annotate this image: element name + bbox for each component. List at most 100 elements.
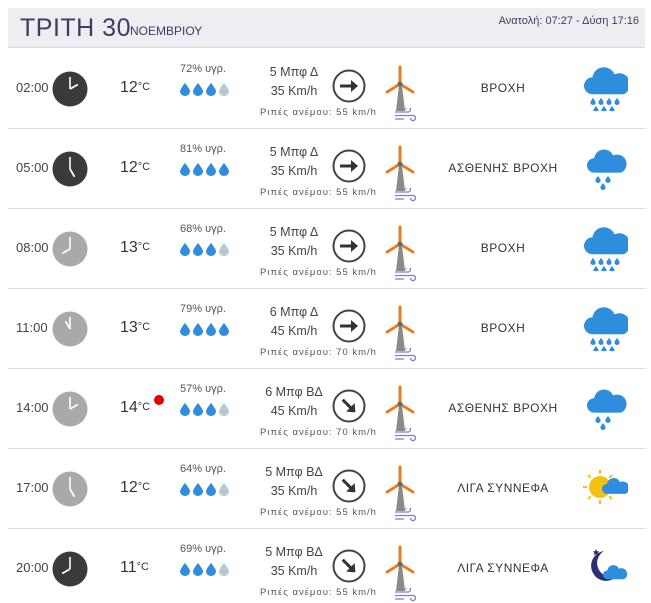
sunrise-sunset: Ανατολή: 07:27 - Δύση 17:16 <box>498 15 639 27</box>
wind-speed: 45 Km/h <box>270 324 318 338</box>
wind-gust-icon <box>394 506 417 522</box>
humidity-drop-icon <box>219 563 229 576</box>
wind-force: 5 Μπφ Δ <box>269 65 319 79</box>
humidity: 81% υγρ. <box>180 143 226 155</box>
windmill-icon <box>382 65 418 111</box>
humidity: 57% υγρ. <box>180 383 226 395</box>
forecast-time: 05:00 <box>16 160 49 175</box>
humidity-drop-icon <box>180 83 190 96</box>
month-label: ΝΟΕΜΒΡΙΟΥ <box>130 24 203 38</box>
wind-gust-icon <box>394 586 417 602</box>
humidity-drop-icon <box>219 403 229 416</box>
wind-force: 6 Μπφ Δ <box>269 305 319 319</box>
humidity-drop-icon <box>206 243 216 256</box>
weather-condition: ΒΡΟΧΗ <box>480 81 526 95</box>
clock-icon <box>52 151 88 187</box>
humidity-drop-icon <box>193 403 203 416</box>
wind-gust-icon <box>394 426 417 442</box>
wind-speed: 35 Km/h <box>270 164 318 178</box>
wind-direction-arrow-icon <box>332 469 366 503</box>
humidity-drop-icon <box>193 483 203 496</box>
weather-condition: ΒΡΟΧΗ <box>480 321 526 335</box>
humidity-drop-icon <box>206 563 216 576</box>
windmill-icon <box>382 305 418 351</box>
windmill-icon <box>382 465 418 511</box>
wind-gusts: Ριπές ανέμου: 55 km/h <box>260 587 377 598</box>
humidity-drops <box>180 83 229 96</box>
humidity-drop-icon <box>219 83 229 96</box>
wind-gust-icon <box>394 186 417 202</box>
wind-direction-arrow-icon <box>332 149 366 183</box>
rain-cloud-icon <box>582 225 631 273</box>
weather-condition: ΑΣΘΕΝΗΣ ΒΡΟΧΗ <box>448 401 558 415</box>
wind-info: 5 Μπφ Δ 35 Km/h <box>244 223 344 261</box>
humidity-drop-icon <box>219 163 229 176</box>
humidity-drop-icon <box>180 483 190 496</box>
humidity-drop-icon <box>193 163 203 176</box>
wind-gusts: Ριπές ανέμου: 70 km/h <box>260 427 377 438</box>
temperature: 12°C <box>120 479 150 497</box>
humidity-drop-icon <box>180 323 190 336</box>
wind-direction-arrow-icon <box>332 69 366 103</box>
wind-force: 5 Μπφ Δ <box>269 225 319 239</box>
humidity-drop-icon <box>206 83 216 96</box>
temperature-unit: °C <box>136 561 149 573</box>
temperature-unit: °C <box>137 401 151 413</box>
wind-speed: 35 Km/h <box>270 564 318 578</box>
temperature-unit: °C <box>137 81 151 93</box>
wind-direction-arrow-icon <box>332 549 366 583</box>
wind-direction-arrow-icon <box>332 389 366 423</box>
forecast-row: 20:00 11°C 69% υγρ. 5 Μπφ ΒΔ 35 Km/h Ριπ… <box>8 529 645 603</box>
windmill-icon <box>382 385 418 431</box>
windmill-icon <box>382 225 418 271</box>
temperature: 13°C <box>120 319 150 337</box>
wind-force: 6 Μπφ ΒΔ <box>265 385 323 399</box>
weather-condition: ΑΣΘΕΝΗΣ ΒΡΟΧΗ <box>448 161 558 175</box>
forecast-row: 11:00 13°C 79% υγρ. 6 Μπφ Δ 45 Km/h Ριπέ… <box>8 289 645 369</box>
temperature-value: 13 <box>120 319 138 336</box>
temperature: 13°C <box>120 239 150 257</box>
temperature-value: 13 <box>120 239 138 256</box>
humidity-drop-icon <box>180 163 190 176</box>
clock-icon <box>52 311 88 347</box>
wind-direction-arrow-icon <box>332 229 366 263</box>
clock-icon <box>52 71 88 107</box>
sun-cloud-icon <box>582 465 630 511</box>
humidity-drop-icon <box>219 483 229 496</box>
humidity-drops <box>180 243 229 256</box>
temperature-value: 12 <box>120 159 138 176</box>
forecast-row: 05:00 12°C 81% υγρ. 5 Μπφ Δ 35 Km/h Ριπέ… <box>8 129 645 209</box>
wind-info: 5 Μπφ ΒΔ 35 Km/h <box>244 463 344 501</box>
temperature-unit: °C <box>137 161 151 173</box>
temperature-unit: °C <box>137 481 151 493</box>
wind-gust-icon <box>394 346 417 362</box>
clock-icon <box>52 551 88 587</box>
wind-info: 6 Μπφ ΒΔ 45 Km/h <box>244 383 344 421</box>
wind-gust-icon <box>394 266 417 282</box>
humidity-drops <box>180 483 229 496</box>
humidity-drop-icon <box>180 243 190 256</box>
humidity-drop-icon <box>206 323 216 336</box>
forecast-time: 02:00 <box>16 80 49 95</box>
forecast-time: 14:00 <box>16 400 49 415</box>
humidity-drops <box>180 563 229 576</box>
clock-icon <box>52 391 88 427</box>
wind-gusts: Ριπές ανέμου: 55 km/h <box>260 107 377 118</box>
wind-force: 5 Μπφ Δ <box>269 145 319 159</box>
humidity-drops <box>180 323 229 336</box>
humidity-drop-icon <box>180 563 190 576</box>
humidity-drop-icon <box>219 323 229 336</box>
light-rain-cloud-icon <box>582 145 628 191</box>
clock-icon <box>52 231 88 267</box>
humidity-drop-icon <box>193 83 203 96</box>
wind-speed: 45 Km/h <box>270 404 318 418</box>
moon-cloud-icon <box>582 545 628 591</box>
temperature-value: 12 <box>120 79 138 96</box>
forecast-row: 14:00 14°C 57% υγρ. 6 Μπφ ΒΔ 45 Km/h Ριπ… <box>8 369 645 449</box>
forecast-row: 02:00 12°C 72% υγρ. 5 Μπφ Δ 35 Km/h Ριπέ… <box>8 49 645 129</box>
humidity: 68% υγρ. <box>180 223 226 235</box>
humidity-drop-icon <box>206 163 216 176</box>
date-header: ΤΡΙΤΗ 30 ΝΟΕΜΒΡΙΟΥ Ανατολή: 07:27 - Δύση… <box>8 8 645 48</box>
wind-force: 5 Μπφ ΒΔ <box>265 545 323 559</box>
forecast-time: 17:00 <box>16 480 49 495</box>
